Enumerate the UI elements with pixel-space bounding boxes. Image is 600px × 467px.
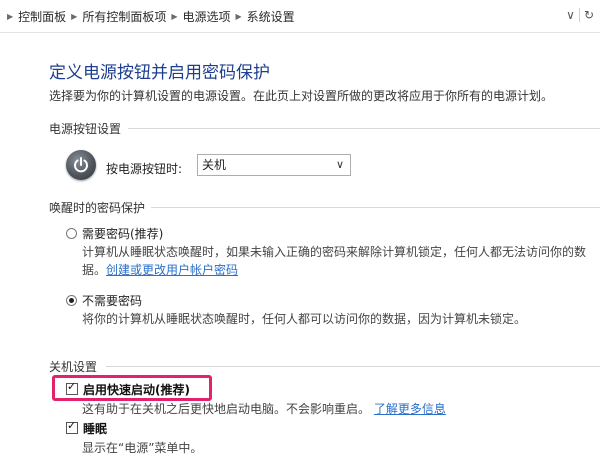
breadcrumb-control-panel[interactable]: 控制面板 — [18, 8, 66, 25]
power-icon — [66, 150, 96, 180]
chevron-right-icon[interactable]: ▶ — [171, 12, 177, 21]
no-password-label[interactable]: 不需要密码 — [82, 292, 142, 309]
select-value: 关机 — [202, 158, 227, 172]
require-password-desc-line2: 据。创建或更改用户帐户密码 — [82, 261, 238, 278]
require-password-label[interactable]: 需要密码(推荐) — [82, 225, 163, 242]
sleep-desc: 显示在“电源”菜单中。 — [82, 441, 203, 455]
wake-password-group-label: 唤醒时的密码保护 — [49, 199, 152, 216]
create-password-link[interactable]: 创建或更改用户帐户密码 — [106, 263, 238, 277]
group-divider — [106, 366, 600, 367]
chevron-right-icon: ▶ — [7, 11, 14, 21]
refresh-icon[interactable]: ↻ — [584, 8, 594, 22]
no-password-radio[interactable] — [66, 295, 77, 306]
require-password-desc: 计算机从睡眠状态唤醒时，如果未输入正确的密码来解除计算机锁定，任何人都无法访问你… — [82, 245, 587, 259]
power-button-group-label: 电源按钮设置 — [49, 120, 128, 137]
sleep-checkbox[interactable]: ✓ — [66, 419, 78, 434]
divider — [578, 8, 580, 22]
highlight-box — [52, 375, 212, 401]
address-controls: ∨ ↻ — [566, 8, 594, 22]
breadcrumb-all-items[interactable]: 所有控制面板项 — [82, 8, 166, 25]
group-divider — [128, 128, 600, 129]
address-bar[interactable]: ▶ 控制面板 ▶ 所有控制面板项 ▶ 电源选项 ▶ 系统设置 ∨ ↻ — [0, 0, 600, 33]
desc-text: 据。 — [82, 263, 107, 277]
fast-startup-desc: 这有助于在关机之后更快地启动电脑。不会影响重启。 了解更多信息 — [82, 400, 446, 417]
chevron-down-icon: ∨ — [335, 158, 344, 171]
desc-text: 这有助于在关机之后更快地启动电脑。不会影响重启。 — [82, 402, 371, 416]
breadcrumb-system-settings[interactable]: 系统设置 — [247, 8, 295, 25]
learn-more-link[interactable]: 了解更多信息 — [374, 402, 446, 416]
shutdown-group-label: 关机设置 — [49, 358, 104, 375]
breadcrumb-power-options[interactable]: 电源选项 — [183, 8, 231, 25]
chevron-right-icon[interactable]: ▶ — [236, 12, 242, 21]
chevron-down-icon[interactable]: ∨ — [566, 8, 575, 22]
power-button-action-select[interactable]: 关机 ∨ — [197, 154, 351, 176]
page-subtitle: 选择要为你的计算机设置的电源设置。在此页上对设置所做的更改将应用于你所有的电源计… — [49, 89, 554, 103]
page-title: 定义电源按钮并启用密码保护 — [49, 63, 270, 83]
sleep-label[interactable]: 睡眠 — [83, 420, 107, 437]
checkmark-icon: ✓ — [67, 419, 77, 432]
chevron-right-icon[interactable]: ▶ — [71, 12, 77, 21]
power-button-label: 按电源按钮时: — [106, 162, 183, 176]
require-password-radio[interactable] — [66, 228, 77, 239]
no-password-desc: 将你的计算机从睡眠状态唤醒时，任何人都可以访问你的数据，因为计算机未锁定。 — [82, 312, 527, 326]
group-divider — [150, 207, 600, 208]
